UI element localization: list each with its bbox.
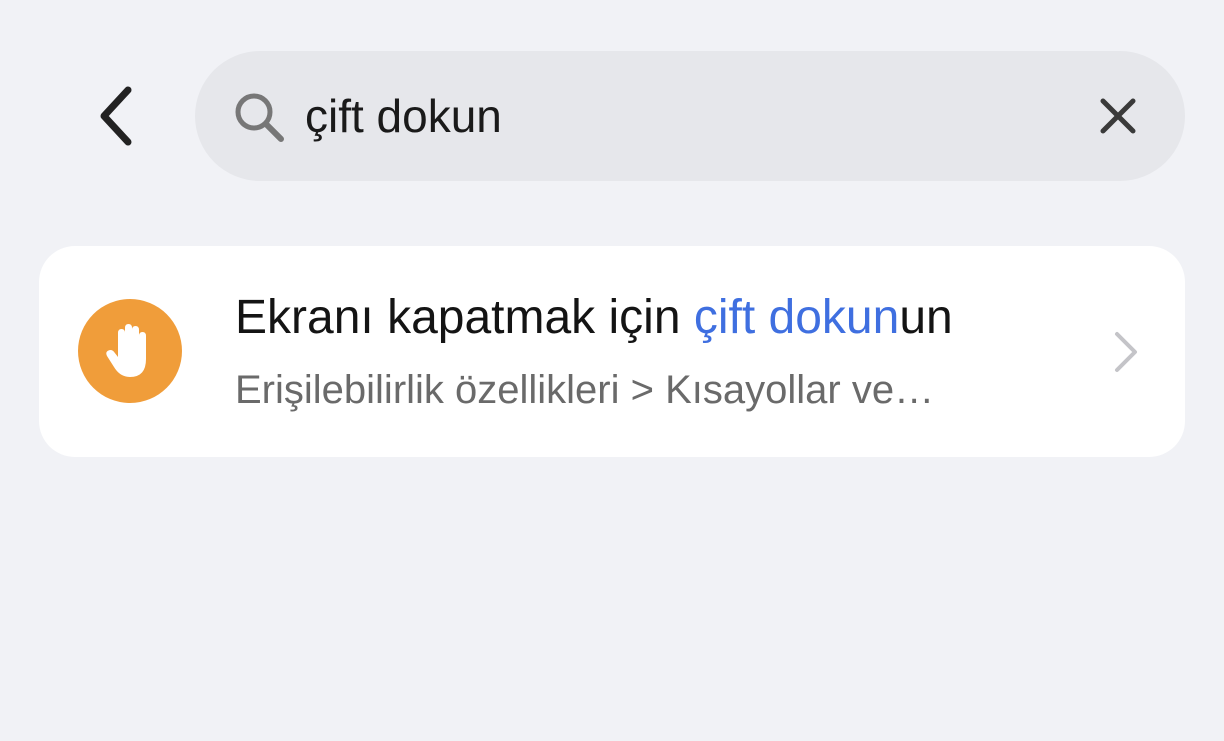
search-bar[interactable] [195,51,1185,181]
clear-search-button[interactable] [1093,91,1143,141]
result-title-prefix: Ekranı kapatmak için [235,291,694,344]
back-button[interactable] [78,78,154,154]
close-icon [1100,98,1136,134]
result-subtitle: Erişilebilirlik özellikleri > Kısayollar… [235,368,935,412]
hand-stop-icon [106,324,146,377]
search-input[interactable] [305,77,1065,155]
chevron-left-icon [100,86,132,146]
result-title-suffix: un [899,291,953,344]
search-result-item[interactable]: Ekranı kapatmak için çift dokunun Erişil… [39,246,1185,457]
result-title: Ekranı kapatmak için çift dokunun [235,288,1095,348]
result-title-highlight: çift dokun [693,291,900,344]
search-icon [235,93,284,142]
result-icon-badge [78,299,182,403]
chevron-right-icon [1115,332,1137,372]
